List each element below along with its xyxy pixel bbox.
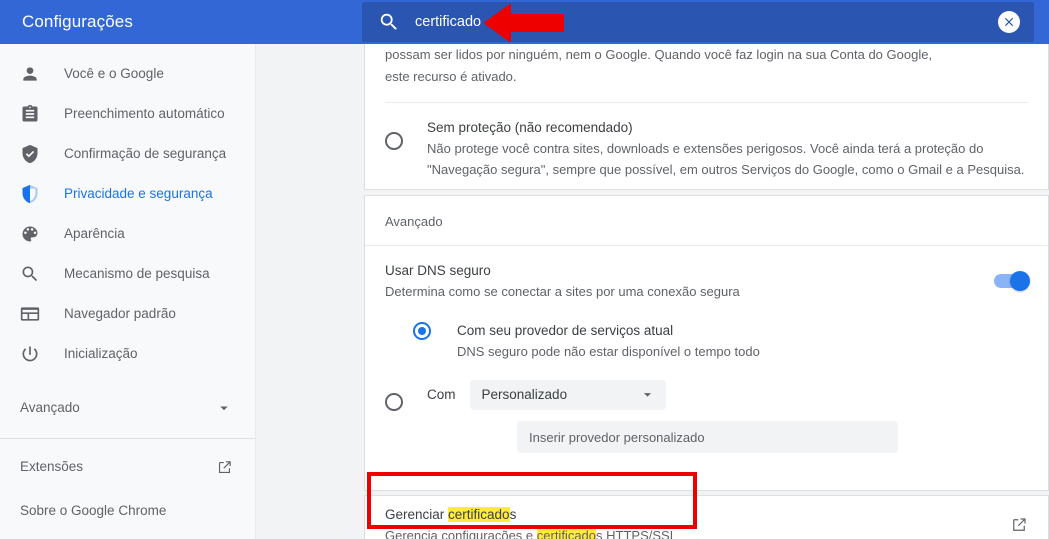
clipboard-icon (20, 104, 40, 124)
cert-sub-prefix: Gerencia configurações e (385, 528, 537, 539)
sidebar-item-mecanismo-de-pesquisa[interactable]: Mecanismo de pesquisa (0, 254, 255, 294)
dns-options: Com seu provedor de serviços atual DNS s… (365, 316, 1048, 463)
search-bar[interactable] (362, 2, 1034, 42)
secure-dns-title: Usar DNS seguro (385, 263, 491, 278)
sidebar-item-confirmacao-de-seguranca[interactable]: Confirmação de segurança (0, 134, 255, 174)
sidebar-item-label: Privacidade e segurança (64, 186, 213, 202)
advanced-heading: Avançado (385, 214, 443, 229)
sidebar-item-sobre-o-google-chrome[interactable]: Sobre o Google Chrome (0, 489, 255, 533)
sidebar-item-voce-e-o-google[interactable]: Você e o Google (0, 54, 255, 94)
sidebar-item-label: Você e o Google (64, 66, 164, 82)
external-link-icon[interactable] (1010, 516, 1028, 534)
sidebar-item-preenchimento-automatico[interactable]: Preenchimento automático (0, 94, 255, 134)
page-title: Configurações (22, 12, 133, 31)
search-icon (378, 11, 400, 33)
clipped-paragraph: possam ser lidos por ninguém, nem o Goog… (365, 44, 1048, 88)
chevron-down-icon (639, 386, 656, 403)
sidebar-item-label: Mecanismo de pesquisa (64, 266, 210, 282)
external-link-icon (216, 459, 233, 476)
manage-certificates-subtitle: Gerencia configurações e certificados HT… (385, 525, 1010, 539)
dns-custom-with-label: Com (427, 387, 456, 402)
chevron-down-icon (215, 399, 233, 417)
sidebar-item-label: Preenchimento automático (64, 106, 225, 122)
cert-title-suffix: s (509, 507, 517, 522)
power-icon (20, 344, 40, 364)
dns-current-provider-radio[interactable] (413, 322, 431, 340)
shield-check-icon (20, 144, 40, 164)
sidebar-footer-label: Extensões (20, 459, 84, 475)
sidebar-item-label: Aparência (64, 226, 125, 242)
sidebar-item-label: Inicialização (64, 346, 138, 362)
cert-sub-highlight: certificado (536, 528, 597, 539)
search-icon (20, 264, 40, 284)
manage-certificates-row[interactable]: Gerenciar certificados Gerencia configur… (365, 496, 1048, 539)
secure-dns-texts: Usar DNS seguro Determina como se conect… (385, 260, 994, 302)
safe-browsing-card: possam ser lidos por ninguém, nem o Goog… (364, 44, 1049, 190)
clear-search-button[interactable] (998, 11, 1020, 33)
shield-half-icon (20, 184, 40, 204)
sidebar-footer-label: Sobre o Google Chrome (20, 503, 167, 519)
sidebar-item-extensoes[interactable]: Extensões (0, 445, 255, 489)
dns-provider-select-value: Personalizado (481, 387, 568, 402)
no-protection-line2: "Navegação segura", sempre que possível,… (427, 162, 1025, 177)
main-content: possam ser lidos por ninguém, nem o Goog… (256, 44, 1049, 539)
no-protection-radio[interactable] (385, 132, 403, 150)
app-header: Configurações (0, 0, 1049, 44)
no-protection-line1: Não protege você contra sites, downloads… (427, 141, 984, 156)
no-protection-title: Sem proteção (não recomendado) (427, 120, 633, 135)
secure-dns-subtitle: Determina como se conectar a sites por u… (385, 284, 740, 299)
no-protection-texts: Sem proteção (não recomendado) Não prote… (427, 117, 1028, 180)
browser-window-icon (20, 304, 40, 324)
advanced-card: Avançado Usar DNS seguro Determina como … (364, 195, 1049, 491)
settings-page: Configurações Você e o Google Preenc (0, 0, 1049, 539)
sidebar-item-label: Navegador padrão (64, 306, 176, 322)
manage-certificates-card: Gerenciar certificados Gerencia configur… (364, 495, 1049, 539)
sidebar: Você e o Google Preenchimento automático… (0, 44, 256, 539)
dns-current-provider-subtitle: DNS seguro pode não estar disponível o t… (457, 344, 760, 359)
dns-option-custom[interactable]: Com Personalizado (385, 378, 1028, 411)
sidebar-item-privacidade-e-seguranca[interactable]: Privacidade e segurança (0, 174, 255, 214)
no-protection-option[interactable]: Sem proteção (não recomendado) Não prote… (365, 103, 1048, 196)
secure-dns-toggle[interactable] (994, 271, 1030, 291)
sidebar-advanced-label: Avançado (20, 400, 80, 416)
dns-current-provider-texts: Com seu provedor de serviços atual DNS s… (457, 320, 1028, 362)
sidebar-divider (0, 438, 255, 439)
cert-sub-suffix: s HTTPS/SSL (596, 528, 677, 539)
sidebar-item-avancado[interactable]: Avançado (0, 388, 255, 428)
dns-custom-radio[interactable] (385, 393, 403, 411)
sidebar-item-navegador-padrao[interactable]: Navegador padrão (0, 294, 255, 334)
dns-custom-provider-input[interactable] (517, 421, 898, 453)
clipped-paragraph-line2: este recurso é ativado. (385, 69, 517, 84)
cert-title-prefix: Gerenciar (385, 507, 449, 522)
close-icon (1004, 17, 1014, 27)
sidebar-item-aparencia[interactable]: Aparência (0, 214, 255, 254)
search-input[interactable] (415, 14, 835, 30)
dns-provider-select[interactable]: Personalizado (469, 379, 666, 410)
manage-certificates-texts: Gerenciar certificados Gerencia configur… (385, 504, 1010, 539)
person-icon (20, 64, 40, 84)
dns-current-provider-title: Com seu provedor de serviços atual (457, 323, 674, 338)
sidebar-item-label: Confirmação de segurança (64, 146, 227, 162)
manage-certificates-title: Gerenciar certificados (385, 504, 1010, 525)
palette-icon (20, 224, 40, 244)
cert-title-highlight: certificado (448, 507, 510, 522)
sidebar-item-inicializacao[interactable]: Inicialização (0, 334, 255, 374)
dns-option-current-provider[interactable]: Com seu provedor de serviços atual DNS s… (385, 320, 1028, 362)
clipped-paragraph-line1: possam ser lidos por ninguém, nem o Goog… (385, 47, 933, 62)
secure-dns-row[interactable]: Usar DNS seguro Determina como se conect… (365, 246, 1048, 316)
